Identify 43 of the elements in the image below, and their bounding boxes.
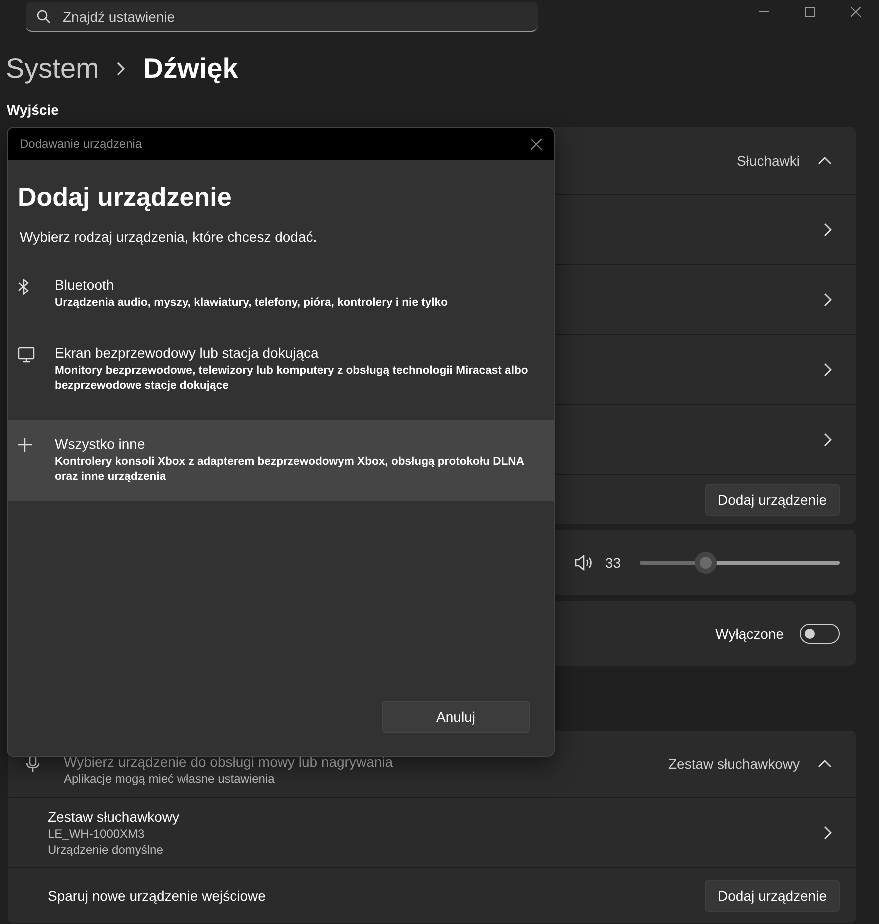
pair-label: Sparuj nowe urządzenie wejściowe: [48, 888, 267, 904]
chevron-right-icon: [824, 432, 832, 446]
chevron-up-icon[interactable]: [818, 760, 832, 768]
microphone-icon: [26, 755, 40, 773]
slider-thumb[interactable]: [695, 552, 717, 574]
add-device-button[interactable]: Dodaj urządzenie: [705, 880, 840, 912]
volume-reading: 33: [605, 554, 621, 570]
setting-title: Wybierz urządzenie do obsługi mowy lub nagrywania: [64, 754, 394, 770]
close-icon[interactable]: [851, 7, 861, 17]
section-heading: Wyjście: [6, 101, 60, 120]
add-device-button[interactable]: Dodaj urządzenie: [705, 484, 840, 516]
minimize-icon[interactable]: [759, 11, 769, 13]
chevron-right-icon: [824, 362, 832, 376]
toggle-switch[interactable]: [800, 624, 840, 644]
dialog-title: Dodawanie urządzenia: [20, 137, 144, 151]
chevron-right-icon: [824, 222, 832, 236]
chevron-up-icon[interactable]: [818, 156, 832, 164]
device-type-option[interactable]: Wszystko inne Kontrolery konsoli Xbox z adapterem bezprzewodowym Xbox, obsługą protokołu DLNA oraz inne urządzenia: [8, 420, 554, 501]
dialog-prompt: Wybierz rodzaj urządzenia, które chcesz dodać.: [19, 229, 318, 245]
search-icon: [37, 10, 51, 24]
device-value: Słuchawki: [736, 152, 800, 168]
breadcrumb-item: Dźwięk: [143, 53, 238, 85]
search-field[interactable]: Znajdź ustawienie: [26, 2, 538, 32]
bluetooth-icon: [18, 279, 30, 295]
close-icon[interactable]: [531, 138, 542, 150]
chevron-right-icon: [824, 292, 832, 306]
device-status: Urządzenie domyślne: [48, 842, 164, 856]
device-name: Zestaw słuchawkowy: [48, 808, 180, 824]
device-model: LE_WH-1000XM3: [48, 826, 146, 840]
plus-icon: [18, 438, 32, 452]
monitor-icon: [18, 347, 35, 363]
chevron-right-icon: [824, 826, 832, 840]
setting-subtitle: Aplikacje mogą mieć własne ustawienia: [64, 772, 276, 786]
speaker-icon: [575, 554, 594, 570]
dialog-heading: Dodaj urządzenie: [17, 182, 233, 213]
breadcrumb-item[interactable]: System: [6, 53, 100, 85]
device-type-option[interactable]: Bluetooth Urządzenia audio, myszy, klawiatury, telefony, pióra, kontrolery i nie tylko: [8, 265, 554, 323]
chevron-right-icon: [117, 62, 126, 76]
device-type-option[interactable]: Ekran bezprzewodowy lub stacja dokująca Monitory bezprzewodowe, telewizory lub komputery z obsługą technologii Miracast albo bezprzewodowe stacje dokujące: [8, 333, 554, 406]
cancel-button[interactable]: Anuluj: [382, 701, 530, 733]
maximize-icon[interactable]: [805, 7, 815, 17]
toggle-label: Wyłączone: [716, 626, 784, 642]
device-value: Zestaw słuchawkowy: [668, 756, 800, 772]
